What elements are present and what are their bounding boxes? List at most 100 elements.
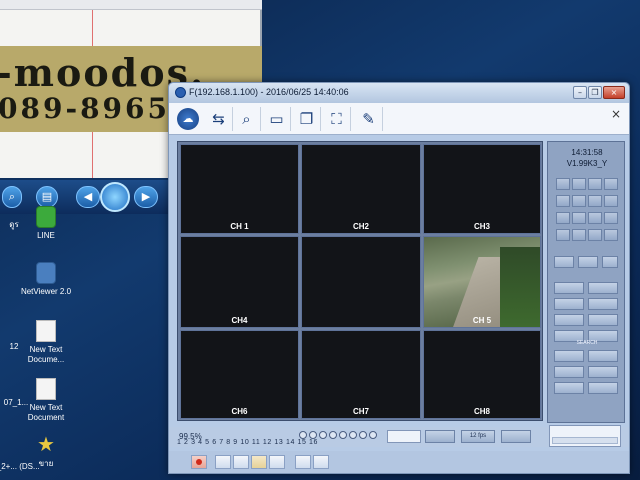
fullscreen-icon[interactable]: ⛶	[323, 107, 351, 131]
channel-dot[interactable]	[319, 431, 327, 439]
search-section-label: SEARCH	[576, 340, 598, 346]
channel-label: CH7	[352, 407, 369, 416]
copy-icon[interactable]: ❐	[293, 107, 321, 131]
previous-icon[interactable]: ◀	[76, 186, 100, 208]
version-display: V1.99K3_Y	[566, 159, 608, 168]
channel-button[interactable]	[604, 195, 618, 207]
control-button[interactable]	[554, 314, 584, 326]
horizontal-scrollbar[interactable]	[552, 437, 618, 444]
channel-button[interactable]	[556, 178, 570, 190]
video-cell-ch1[interactable]: CH 1	[180, 144, 299, 234]
date-field[interactable]	[387, 430, 421, 443]
control-button[interactable]	[554, 298, 584, 310]
bottom-button[interactable]	[295, 455, 311, 469]
channel-button[interactable]	[556, 195, 570, 207]
channel-label: CH 1	[230, 222, 249, 231]
desktop-icon-textdoc-2[interactable]: New Text Document	[18, 378, 74, 423]
netviewer-app-icon	[36, 262, 56, 284]
search-button[interactable]	[588, 366, 618, 378]
channel-button[interactable]	[572, 178, 586, 190]
channel-dot[interactable]	[349, 431, 357, 439]
fps-display[interactable]: 12 fps	[461, 430, 495, 443]
video-grid: CH 1 CH2 CH3 CH4 CH 5 CH6 CH7 CH8	[177, 141, 543, 421]
channel-label: CH4	[231, 316, 248, 325]
video-cell-ch8[interactable]: CH8	[423, 330, 541, 419]
bottom-button[interactable]	[269, 455, 285, 469]
channel-dot[interactable]	[309, 431, 317, 439]
go-button[interactable]	[425, 430, 455, 443]
video-cell-ch5[interactable]: CH 5	[423, 236, 541, 328]
channel-button[interactable]	[556, 229, 570, 241]
edit-icon[interactable]: ✎	[355, 107, 383, 131]
channel-button[interactable]	[572, 212, 586, 224]
desktop-icon-netviewer[interactable]: NetViewer 2.0	[18, 262, 74, 297]
channel-label: CH3	[473, 222, 490, 231]
layout-button[interactable]	[578, 256, 598, 268]
bottom-button[interactable]	[215, 455, 231, 469]
background-window-menu	[0, 0, 262, 10]
search-button[interactable]	[588, 382, 618, 394]
record-icon[interactable]	[191, 455, 207, 469]
channel-dot[interactable]	[299, 431, 307, 439]
video-cell-ch7[interactable]: CH7	[301, 330, 421, 419]
search-icon[interactable]: ⌕	[2, 186, 22, 208]
display-icon[interactable]: ▭	[263, 107, 291, 131]
dvr-client-window: F(192.168.1.100) - 2016/06/25 14:40:06 –…	[168, 82, 630, 474]
channel-button[interactable]	[604, 229, 618, 241]
layout-button[interactable]	[554, 256, 574, 268]
search-icon[interactable]: ⌕	[233, 107, 261, 131]
channel-label: CH8	[473, 407, 490, 416]
monitor-icon[interactable]: ⇆	[205, 107, 233, 131]
library-icon[interactable]: ▤	[36, 186, 58, 208]
video-cell-ch6[interactable]: CH6	[180, 330, 299, 419]
channel-button[interactable]	[604, 212, 618, 224]
channel-dot[interactable]	[359, 431, 367, 439]
toolbar-close-icon[interactable]: ×	[611, 107, 621, 121]
desktop-icon-sale[interactable]: ★ ขาย	[18, 434, 74, 469]
play-button[interactable]	[100, 182, 130, 212]
minimize-button[interactable]: –	[573, 86, 587, 99]
control-button[interactable]	[588, 314, 618, 326]
channel-button[interactable]	[588, 212, 602, 224]
bottom-button[interactable]	[251, 455, 267, 469]
search-button[interactable]	[554, 366, 584, 378]
bottom-button[interactable]	[313, 455, 329, 469]
channel-button[interactable]	[572, 195, 586, 207]
control-button[interactable]	[554, 282, 584, 294]
control-panel: 14:31:58 V1.99K3_Y SEARCH	[547, 141, 625, 423]
channel-button[interactable]	[588, 178, 602, 190]
restore-button[interactable]: ❐	[588, 86, 602, 99]
search-button[interactable]	[554, 350, 584, 362]
title-bar[interactable]: F(192.168.1.100) - 2016/06/25 14:40:06 –…	[169, 83, 629, 103]
channel-button[interactable]	[588, 229, 602, 241]
video-cell-empty[interactable]	[301, 236, 421, 328]
line-app-icon	[36, 206, 56, 228]
search-button[interactable]	[588, 350, 618, 362]
channel-dot[interactable]	[339, 431, 347, 439]
network-icon[interactable]: ☁	[177, 108, 199, 130]
playback-button[interactable]	[501, 430, 531, 443]
channel-button[interactable]	[556, 212, 570, 224]
layout-stepper[interactable]	[602, 256, 618, 268]
channel-button[interactable]	[604, 178, 618, 190]
video-cell-ch2[interactable]: CH2	[301, 144, 421, 234]
bottom-button[interactable]	[233, 455, 249, 469]
search-button[interactable]	[554, 382, 584, 394]
video-cell-ch4[interactable]: CH4	[180, 236, 299, 328]
channel-dot[interactable]	[369, 431, 377, 439]
control-button[interactable]	[588, 298, 618, 310]
clock-display: 14:31:58	[571, 148, 603, 157]
app-logo-icon	[175, 87, 186, 98]
desktop-icon-textdoc-1[interactable]: New Text Docume...	[18, 320, 74, 365]
channel-dot[interactable]	[329, 431, 337, 439]
channel-button[interactable]	[572, 229, 586, 241]
next-icon[interactable]: ▶	[134, 186, 158, 208]
video-cell-ch3[interactable]: CH3	[423, 144, 541, 234]
playback-combo[interactable]	[549, 425, 621, 447]
desktop-icon-line[interactable]: LINE	[18, 206, 74, 241]
channel-button[interactable]	[588, 195, 602, 207]
control-button[interactable]	[588, 282, 618, 294]
bottom-bar	[169, 451, 629, 473]
close-button[interactable]: ×	[603, 86, 625, 99]
channel-label: CH 5	[472, 316, 492, 325]
